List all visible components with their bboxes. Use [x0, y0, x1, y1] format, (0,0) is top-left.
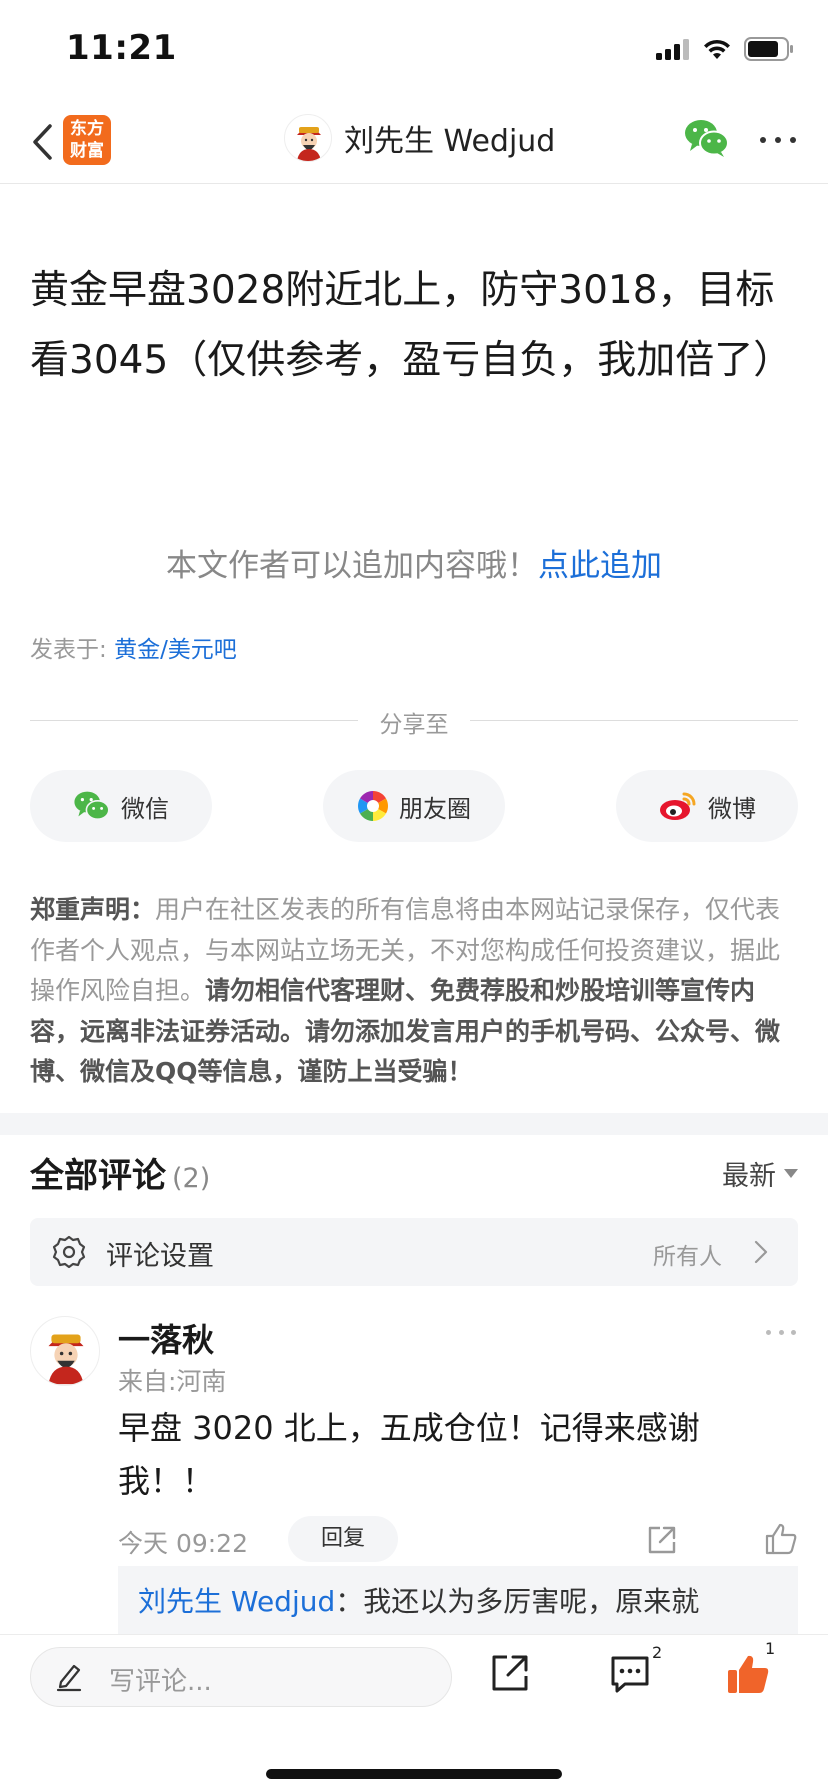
share-icon[interactable] — [490, 1653, 530, 1693]
comment-settings-value: 所有人 — [653, 1244, 722, 1270]
status-bar: 11:21 — [0, 0, 828, 100]
app-logo-line2: 财富 — [70, 141, 104, 161]
share-label: 分享至 — [379, 712, 449, 738]
home-indicator — [266, 1769, 562, 1779]
weibo-icon — [660, 792, 696, 820]
comment-more-button[interactable] — [766, 1330, 796, 1335]
reply-preview-name[interactable]: 刘先生 Wedjud — [138, 1585, 335, 1618]
wifi-icon — [704, 39, 730, 59]
share-wechat-button[interactable]: 微信 — [30, 770, 212, 842]
bottom-bar: 写评论... 2 1 — [0, 1634, 828, 1792]
thumbs-up-icon[interactable] — [764, 1522, 798, 1556]
share-weibo-label: 微博 — [708, 794, 756, 823]
disclaimer-title: 郑重声明： — [30, 895, 156, 924]
comment-count-badge: 2 — [652, 1643, 663, 1662]
comment-settings-label: 评论设置 — [106, 1241, 214, 1272]
pencil-icon — [56, 1664, 82, 1692]
forum-link[interactable]: 黄金/美元吧 — [114, 637, 237, 663]
nav-bar: 东方 财富 刘先生 Wedjud — [0, 100, 828, 184]
share-moments-button[interactable]: 朋友圈 — [323, 770, 505, 842]
post-body: 黄金早盘3028附近北上，防守3018，目标看3045（仅供参考，盈亏自负，我加… — [30, 268, 793, 383]
author-avatar[interactable] — [284, 114, 332, 162]
append-hint-text: 本文作者可以追加内容哦！ — [166, 548, 538, 584]
commenter-name[interactable]: 一落秋 — [118, 1315, 214, 1361]
reply-preview-text: ：我还以为多厉害呢，原来就 — [335, 1585, 700, 1618]
signal-icon — [656, 39, 689, 60]
wechat-icon — [74, 791, 110, 820]
app-logo[interactable]: 东方 财富 — [63, 115, 111, 165]
caishen-avatar-icon — [48, 1334, 84, 1385]
like-count-badge: 1 — [765, 1639, 776, 1658]
commenter-avatar[interactable] — [30, 1316, 100, 1386]
moments-icon — [357, 791, 389, 821]
chevron-left-icon — [33, 124, 52, 160]
more-options-button[interactable] — [760, 120, 796, 160]
comment-time: 今天 09:22 — [118, 1529, 248, 1558]
comment-bubble-icon[interactable] — [609, 1653, 651, 1695]
reply-button[interactable]: 回复 — [288, 1516, 398, 1562]
thumbs-up-filled-icon[interactable] — [726, 1653, 770, 1695]
battery-icon — [744, 37, 793, 61]
append-content-hint: 本文作者可以追加内容哦！点此追加 — [0, 540, 828, 585]
author-header[interactable]: 刘先生 Wedjud — [284, 114, 555, 162]
reply-preview[interactable]: 刘先生 Wedjud：我还以为多厉害呢，原来就 — [118, 1566, 798, 1636]
posted-in-label: 发表于: — [30, 637, 115, 663]
share-divider: 分享至 — [30, 705, 798, 738]
sort-dropdown[interactable]: 最新 — [722, 1154, 798, 1193]
author-name[interactable]: 刘先生 Wedjud — [344, 116, 555, 160]
comment-text: 早盘 3020 北上，五成仓位！记得来感谢我！！ — [118, 1409, 700, 1500]
caishen-avatar-icon — [297, 127, 321, 161]
app-logo-line1: 东方 — [70, 119, 104, 139]
posted-in: 发表于: 黄金/美元吧 — [30, 630, 237, 664]
caret-down-icon — [784, 1169, 798, 1178]
append-content-link[interactable]: 点此追加 — [538, 548, 662, 584]
chevron-right-icon — [754, 1240, 768, 1264]
disclaimer: 郑重声明：用户在社区发表的所有信息将由本网站记录保存，仅代表作者个人观点，与本网… — [30, 890, 800, 1093]
wechat-share-button[interactable] — [684, 118, 732, 162]
comment-input-placeholder: 写评论... — [109, 1667, 212, 1697]
gear-icon — [52, 1235, 86, 1269]
wechat-icon — [685, 120, 729, 157]
share-wechat-label: 微信 — [121, 794, 169, 823]
share-weibo-button[interactable]: 微博 — [616, 770, 798, 842]
comments-count: (2) — [172, 1163, 211, 1194]
section-divider — [0, 1113, 828, 1135]
share-moments-label: 朋友圈 — [399, 794, 471, 823]
comments-title: 全部评论 — [30, 1156, 166, 1196]
comment-input[interactable]: 写评论... — [30, 1647, 452, 1707]
status-time: 11:21 — [66, 28, 177, 68]
status-icons — [656, 34, 794, 64]
comments-header: 全部评论 (2) 最新 — [30, 1148, 798, 1198]
comment-settings-row[interactable]: 评论设置 所有人 — [30, 1218, 798, 1286]
commenter-location: 来自:河南 — [118, 1367, 227, 1396]
sort-label: 最新 — [722, 1161, 776, 1192]
share-icon[interactable] — [646, 1524, 678, 1556]
back-button[interactable] — [22, 118, 62, 166]
